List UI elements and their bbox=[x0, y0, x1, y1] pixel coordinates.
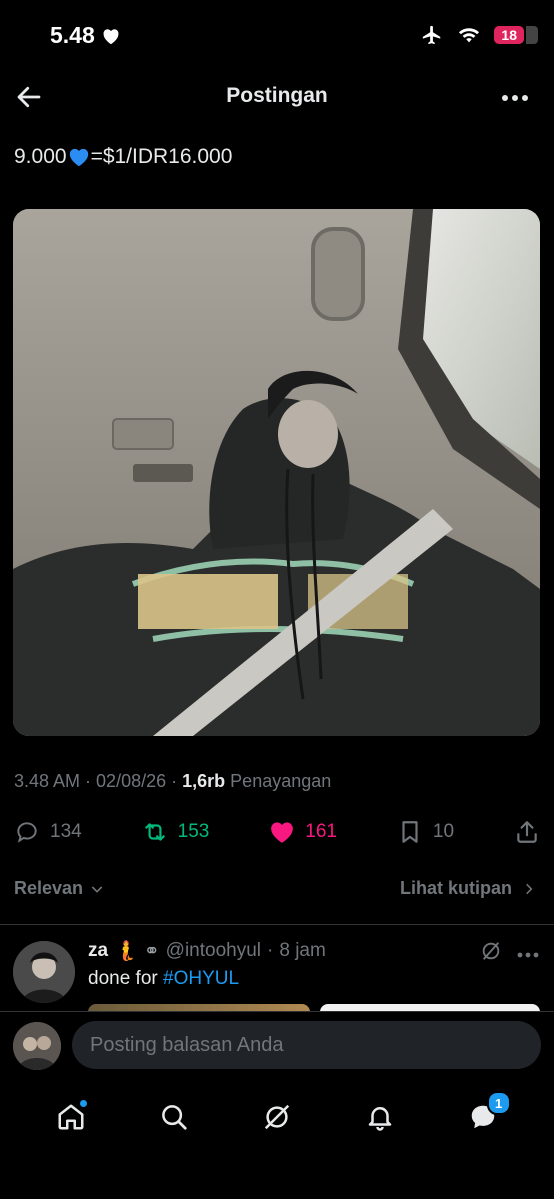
avatar-image bbox=[13, 1022, 61, 1070]
nav-messages[interactable]: 1 bbox=[463, 1091, 511, 1137]
nav-home[interactable] bbox=[51, 1097, 91, 1137]
bell-icon bbox=[368, 1107, 392, 1131]
reply-author-name[interactable]: za bbox=[88, 940, 108, 962]
search-icon bbox=[162, 1105, 187, 1130]
rings-emoji-icon: ⚭ bbox=[143, 940, 160, 962]
chevron-right-icon bbox=[526, 883, 533, 894]
repost-icon bbox=[144, 823, 165, 841]
blue-heart-emoji-icon bbox=[69, 148, 88, 167]
repost-count: 153 bbox=[177, 821, 210, 842]
grok-button[interactable] bbox=[480, 940, 502, 962]
nav-search[interactable] bbox=[154, 1097, 194, 1137]
status-indicators: 18 bbox=[420, 24, 538, 46]
heart-filled-icon bbox=[271, 822, 294, 843]
chevron-down-icon bbox=[91, 885, 103, 893]
reply-text-body: done for bbox=[88, 968, 163, 989]
airplane-icon bbox=[423, 25, 441, 45]
page-title: Postingan bbox=[226, 84, 328, 107]
like-count: 161 bbox=[305, 821, 337, 842]
repost-button[interactable]: 153 bbox=[142, 819, 210, 845]
bookmark-icon bbox=[402, 821, 418, 843]
view-quotes-label: Lihat kutipan bbox=[400, 878, 512, 898]
more-horizontal-icon bbox=[502, 95, 528, 101]
reply-more-button[interactable] bbox=[516, 946, 540, 958]
reply-header: za 🧜 ⚭ @intoohyul · 8 jam bbox=[88, 940, 326, 962]
wifi-icon bbox=[459, 28, 480, 43]
views-count: 1,6rb bbox=[182, 771, 226, 791]
reply-icon bbox=[17, 822, 37, 843]
post-time: 3.48 AM bbox=[14, 771, 81, 791]
more-horizontal-icon bbox=[517, 952, 539, 958]
post-date: 02/08/26 bbox=[96, 771, 167, 791]
view-quotes-link[interactable]: Lihat kutipan bbox=[400, 878, 536, 899]
reply-button[interactable]: 134 bbox=[14, 819, 82, 845]
hashtag-link[interactable]: #OHYUL bbox=[163, 968, 239, 989]
bookmark-button[interactable]: 10 bbox=[397, 819, 454, 845]
bookmark-count: 10 bbox=[432, 821, 455, 842]
reply-text: done for #OHYUL bbox=[88, 968, 239, 990]
post-text-after: =$1/IDR16.000 bbox=[90, 145, 233, 168]
reply-age: 8 jam bbox=[279, 940, 326, 961]
divider bbox=[0, 924, 554, 925]
heart-status-icon bbox=[103, 28, 119, 44]
status-time: 5.48 bbox=[50, 22, 121, 49]
post-text-before: 9.000 bbox=[14, 145, 67, 168]
grok-icon bbox=[482, 942, 500, 960]
messages-badge: 1 bbox=[486, 1091, 511, 1115]
sort-label: Relevan bbox=[14, 878, 84, 898]
post-meta: 3.48 AM · 02/08/26 · 1,6rb Penayangan bbox=[14, 771, 332, 791]
views-label: Penayangan bbox=[230, 771, 332, 791]
avatar-image bbox=[13, 941, 75, 1003]
post-text: 9.000 =$1/IDR16.000 bbox=[14, 145, 232, 169]
reply-input[interactable] bbox=[72, 1021, 541, 1069]
reply-author-handle[interactable]: @intoohyul bbox=[166, 940, 261, 962]
mermaid-emoji-icon: 🧜 bbox=[114, 941, 138, 962]
post-actions: 134 153 161 10 bbox=[14, 816, 540, 848]
reply-count: 134 bbox=[50, 821, 82, 842]
more-options-button[interactable] bbox=[500, 90, 530, 106]
grok-icon bbox=[264, 1104, 290, 1130]
battery-indicator: 18 bbox=[494, 26, 538, 44]
nav-grok[interactable] bbox=[257, 1097, 297, 1137]
share-icon bbox=[517, 821, 537, 843]
composer-avatar bbox=[13, 1022, 61, 1070]
like-button[interactable]: 161 bbox=[269, 819, 337, 845]
post-image[interactable] bbox=[13, 209, 540, 736]
share-button[interactable] bbox=[514, 819, 540, 845]
nav-notifications[interactable] bbox=[360, 1097, 400, 1137]
sort-dropdown[interactable]: Relevan bbox=[14, 878, 105, 899]
reply-avatar[interactable] bbox=[13, 941, 75, 1003]
status-time-text: 5.48 bbox=[50, 22, 95, 48]
post-photo-illustration bbox=[13, 209, 540, 736]
bottom-navigation: 1 bbox=[0, 1090, 554, 1144]
